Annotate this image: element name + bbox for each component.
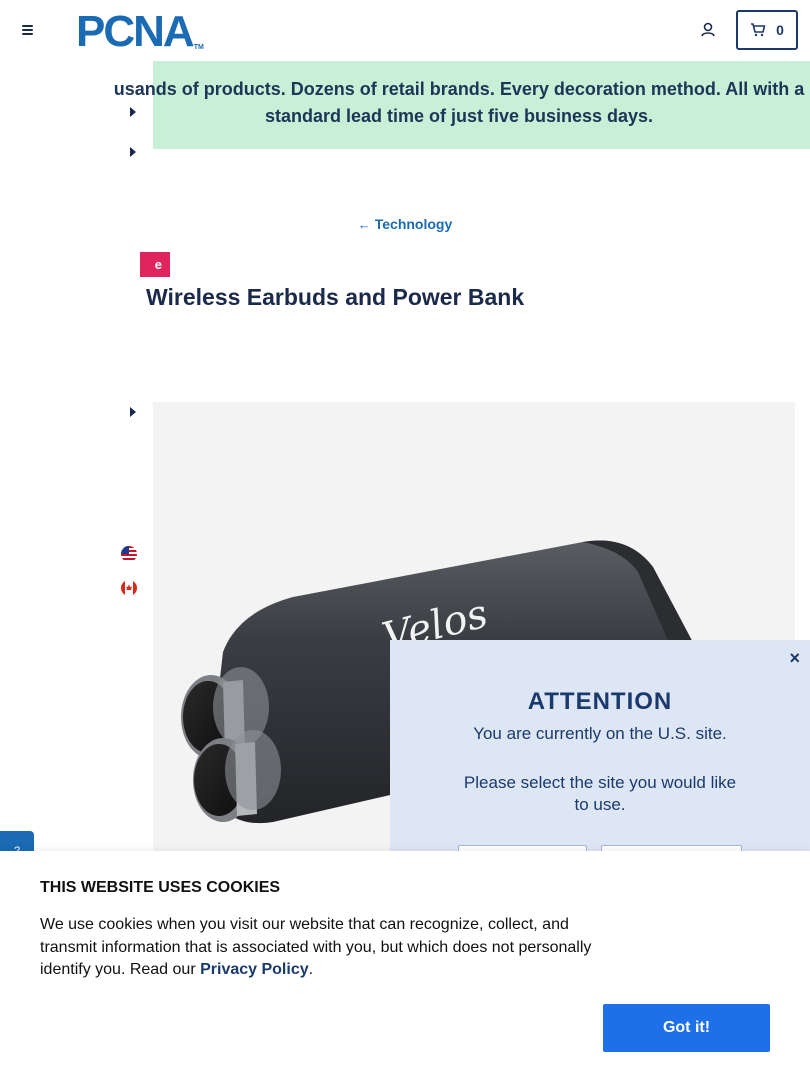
cookie-banner: THIS WEBSITE USES COOKIES We use cookies… [0, 851, 810, 1080]
canada-flag-icon[interactable] [121, 580, 137, 596]
product-title-clip: Wireless Earbuds and Power Bank [146, 284, 666, 316]
cart-icon [751, 23, 766, 37]
sale-badge-text: e [154, 257, 162, 272]
product-title: Wireless Earbuds and Power Bank [146, 284, 525, 310]
breadcrumb-label: Technology [374, 216, 453, 232]
logo-text: PCNA [76, 7, 195, 56]
site-header: PCNA TM 0 [0, 0, 810, 61]
close-icon[interactable]: × [789, 648, 800, 669]
breadcrumb[interactable]: ← Technology [0, 216, 810, 232]
account-user-icon[interactable] [698, 20, 718, 40]
promo-text: usands of products. Dozens of retail bra… [113, 79, 805, 126]
promo-banner: usands of products. Dozens of retail bra… [114, 61, 810, 149]
logo-trademark: TM [193, 44, 204, 51]
caret-right-icon[interactable] [130, 407, 136, 417]
sale-badge: e [140, 252, 170, 277]
cookie-body: We use cookies when you visit our websit… [40, 914, 605, 982]
hamburger-menu-icon[interactable] [18, 20, 40, 40]
caret-right-icon[interactable] [130, 147, 136, 157]
modal-title: ATTENTION [527, 688, 673, 715]
pcna-logo[interactable]: PCNA TM [76, 6, 204, 54]
page: PCNA TM 0 usands of products. Dozens of … [0, 0, 810, 1080]
cookie-title: THIS WEBSITE USES COOKIES [40, 879, 281, 896]
accept-cookies-button[interactable]: Got it! [603, 1004, 770, 1052]
cookie-body-suffix: . [308, 961, 314, 978]
modal-current-site-text: You are currently on the U.S. site. [473, 724, 727, 743]
caret-right-icon[interactable] [130, 107, 136, 117]
cart-count: 0 [776, 22, 784, 38]
arrow-left-icon: ← [357, 217, 371, 232]
us-flag-icon[interactable] [121, 546, 137, 562]
privacy-policy-link[interactable]: Privacy Policy [200, 961, 309, 978]
cookie-body-text: We use cookies when you visit our websit… [40, 916, 592, 978]
cart-button[interactable]: 0 [736, 10, 798, 50]
modal-instruction-text: Please select the site you would like to… [463, 773, 737, 814]
